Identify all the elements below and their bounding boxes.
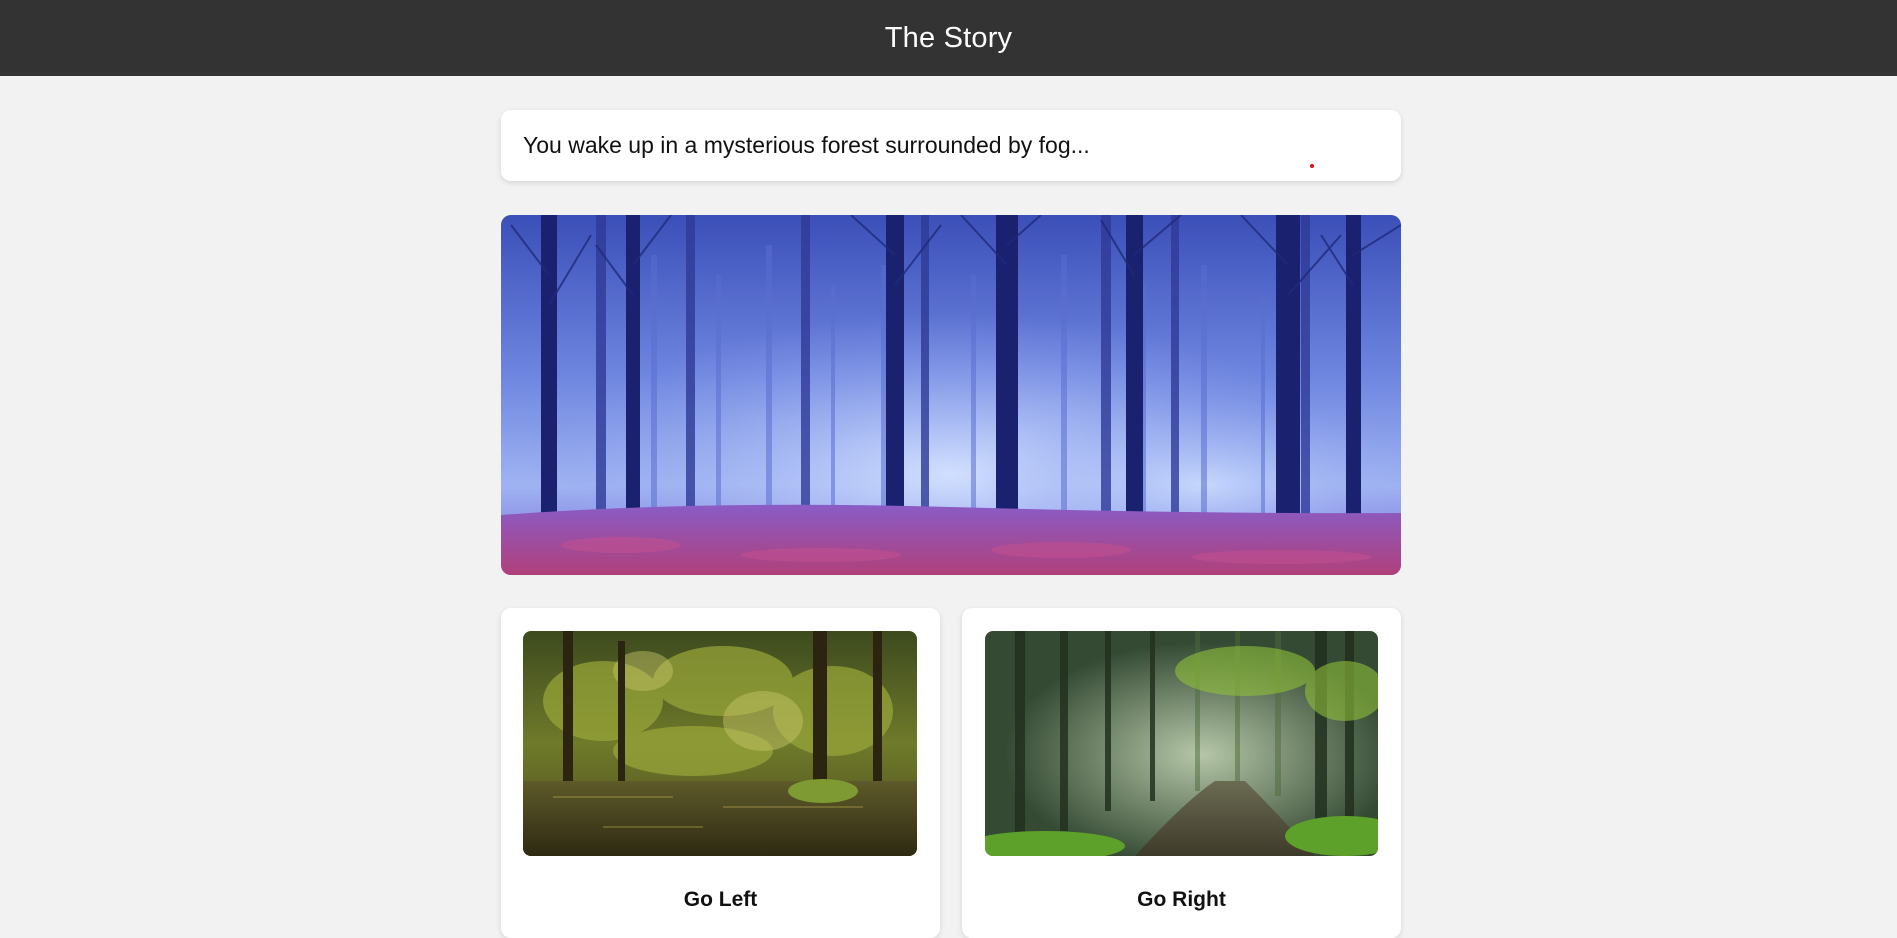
choice-image-swamp[interactable]: [523, 631, 917, 856]
story-text-box: You wake up in a mysterious forest surro…: [501, 110, 1401, 181]
top-header-bar: The Story: [0, 0, 1897, 76]
choice-image-misty-path[interactable]: [985, 631, 1378, 856]
choice-label-right[interactable]: Go Right: [962, 888, 1401, 912]
choice-label-left[interactable]: Go Left: [501, 888, 940, 912]
story-text: You wake up in a mysterious forest surro…: [523, 132, 1090, 158]
scene-image-foggy-forest: [501, 215, 1401, 575]
choice-card-right[interactable]: Go Right: [962, 608, 1401, 938]
page-title: The Story: [884, 21, 1013, 54]
red-dot-marker: [1310, 164, 1314, 168]
choice-card-left[interactable]: Go Left: [501, 608, 940, 938]
